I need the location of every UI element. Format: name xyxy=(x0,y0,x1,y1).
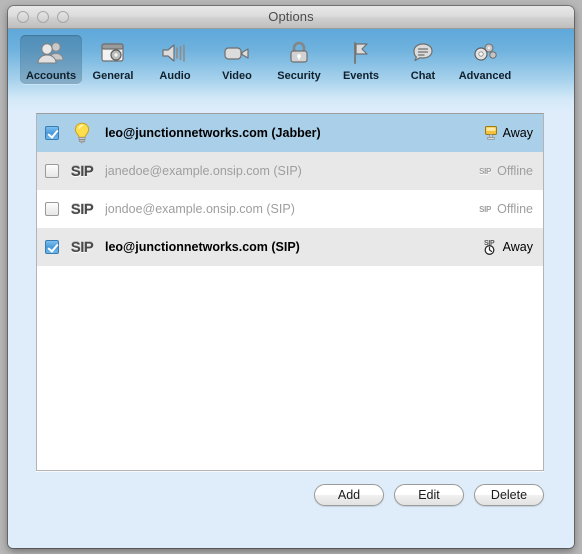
account-status: SIP Offline xyxy=(477,200,533,218)
account-status-text: Away xyxy=(502,240,533,254)
sip-offline-icon: SIP xyxy=(479,166,492,176)
general-icon xyxy=(99,38,127,68)
account-enabled-checkbox[interactable] xyxy=(45,240,59,254)
account-status-text: Offline xyxy=(497,164,533,178)
table-row[interactable]: leo@junctionnetworks.com (Jabber) Away xyxy=(37,114,543,152)
tab-video[interactable]: Video xyxy=(206,35,268,84)
sip-away-icon: SIP xyxy=(483,238,499,256)
tab-advanced-label: Advanced xyxy=(458,70,512,82)
account-actions: Add Edit Delete xyxy=(314,484,544,506)
sip-icon: SIP xyxy=(70,238,94,256)
table-row[interactable]: SIP jondoe@example.onsip.com (SIP) SIP O… xyxy=(37,190,543,228)
options-window: Options Accounts General Audio Video Sec… xyxy=(8,6,574,548)
account-enabled-checkbox[interactable] xyxy=(45,202,59,216)
tab-audio[interactable]: Audio xyxy=(144,35,206,84)
tab-audio-label: Audio xyxy=(159,70,191,82)
account-label: leo@junctionnetworks.com (Jabber) xyxy=(105,126,321,140)
tab-advanced[interactable]: Advanced xyxy=(454,35,516,84)
tab-video-label: Video xyxy=(222,70,252,82)
tab-accounts[interactable]: Accounts xyxy=(20,35,82,84)
sip-icon: SIP xyxy=(70,162,94,180)
tab-chat[interactable]: Chat xyxy=(392,35,454,84)
account-label: janedoe@example.onsip.com (SIP) xyxy=(105,164,302,178)
tab-general[interactable]: General xyxy=(82,35,144,84)
edit-button[interactable]: Edit xyxy=(394,484,464,506)
account-enabled-checkbox[interactable] xyxy=(45,164,59,178)
table-row[interactable]: SIP leo@junctionnetworks.com (SIP) SIP A… xyxy=(37,228,543,266)
tab-security[interactable]: Security xyxy=(268,35,330,84)
delete-button[interactable]: Delete xyxy=(474,484,544,506)
advanced-icon xyxy=(470,38,500,68)
security-icon xyxy=(286,38,312,68)
jabber-away-icon xyxy=(483,124,499,142)
title-bar: Options xyxy=(8,6,574,29)
tab-security-label: Security xyxy=(277,70,321,82)
preferences-toolbar: Accounts General Audio Video Security Ev… xyxy=(8,29,574,99)
account-status-text: Away xyxy=(502,126,533,140)
account-label: jondoe@example.onsip.com (SIP) xyxy=(105,202,295,216)
account-status-text: Offline xyxy=(497,202,533,216)
video-icon xyxy=(222,38,252,68)
table-row[interactable]: SIP janedoe@example.onsip.com (SIP) SIP … xyxy=(37,152,543,190)
tab-general-label: General xyxy=(92,70,134,82)
chat-icon xyxy=(410,38,436,68)
tab-chat-label: Chat xyxy=(410,70,436,82)
account-status: Away xyxy=(483,124,533,142)
account-status: SIP Away xyxy=(483,238,533,256)
tab-events[interactable]: Events xyxy=(330,35,392,84)
tab-events-label: Events xyxy=(342,70,380,82)
accounts-icon xyxy=(36,38,66,68)
add-button[interactable]: Add xyxy=(314,484,384,506)
audio-icon xyxy=(160,38,190,68)
accounts-list[interactable]: leo@junctionnetworks.com (Jabber) Away S… xyxy=(36,113,544,471)
sip-offline-icon: SIP xyxy=(479,204,492,214)
account-enabled-checkbox[interactable] xyxy=(45,126,59,140)
accounts-pane: leo@junctionnetworks.com (Jabber) Away S… xyxy=(8,99,574,548)
events-icon xyxy=(349,38,373,68)
account-status: SIP Offline xyxy=(477,162,533,180)
account-label: leo@junctionnetworks.com (SIP) xyxy=(105,240,300,254)
tab-accounts-label: Accounts xyxy=(25,70,77,82)
sip-icon: SIP xyxy=(70,200,94,218)
window-title: Options xyxy=(268,9,314,24)
lightbulb-icon xyxy=(67,121,97,145)
